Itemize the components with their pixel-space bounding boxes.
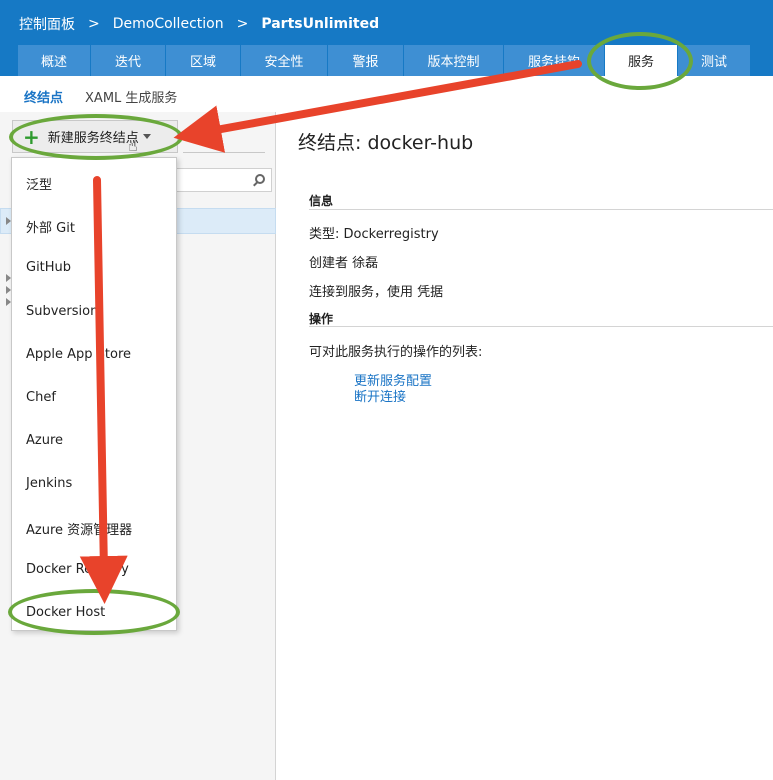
menu-item-docker-host[interactable]: Docker Host bbox=[26, 605, 105, 620]
breadcrumb: 控制面板 > DemoCollection > PartsUnlimited bbox=[19, 14, 379, 34]
chevron-down-icon bbox=[142, 134, 151, 139]
menu-item-github[interactable]: GitHub bbox=[26, 260, 71, 275]
menu-item-jenkins[interactable]: Jenkins bbox=[26, 476, 72, 491]
tab-alerts[interactable]: 警报 bbox=[328, 45, 404, 76]
tab-security[interactable]: 安全性 bbox=[241, 45, 328, 76]
tab-service-hooks[interactable]: 服务挂钩 bbox=[504, 45, 605, 76]
endpoint-connection-text: 连接到服务，使用 凭据 bbox=[309, 285, 444, 300]
endpoint-type-text: 类型: Dockerregistry bbox=[309, 227, 439, 242]
search-icon[interactable] bbox=[255, 174, 265, 184]
plus-icon: + bbox=[23, 124, 40, 149]
endpoint-creator-text: 创建者 徐磊 bbox=[309, 256, 379, 271]
menu-item-external-git[interactable]: 外部 Git bbox=[26, 217, 75, 236]
subnav-xaml-build-services[interactable]: XAML 生成服务 bbox=[85, 87, 177, 106]
menu-item-chef[interactable]: Chef bbox=[26, 390, 56, 405]
endpoint-type-dropdown: 泛型 外部 Git GitHub Subversion Apple App St… bbox=[11, 157, 177, 631]
section-divider bbox=[309, 209, 773, 210]
hand-cursor-icon: ☝ bbox=[128, 136, 138, 155]
tab-iterations[interactable]: 迭代 bbox=[91, 45, 166, 76]
breadcrumb-item-project[interactable]: PartsUnlimited bbox=[261, 16, 379, 32]
tab-version-control[interactable]: 版本控制 bbox=[404, 45, 504, 76]
menu-item-docker-registry[interactable]: Docker Registry bbox=[26, 562, 129, 577]
actions-section-heading: 操作 bbox=[309, 312, 334, 326]
tab-overview[interactable]: 概述 bbox=[18, 45, 91, 76]
subnav-endpoints[interactable]: 终结点 bbox=[24, 87, 63, 106]
actions-description: 可对此服务执行的操作的列表: bbox=[309, 345, 483, 360]
info-section-heading: 信息 bbox=[309, 194, 334, 208]
toolbar-divider bbox=[183, 152, 265, 153]
sub-navigation: 终结点 XAML 生成服务 bbox=[24, 87, 177, 106]
menu-item-subversion[interactable]: Subversion bbox=[26, 304, 98, 319]
new-service-endpoint-label: 新建服务终结点 bbox=[47, 131, 139, 146]
menu-item-azure-resource-manager[interactable]: Azure 资源管理器 bbox=[26, 519, 132, 538]
disconnect-link[interactable]: 断开连接 bbox=[354, 386, 406, 405]
section-divider bbox=[309, 326, 773, 327]
breadcrumb-separator: > bbox=[236, 16, 249, 32]
breadcrumb-item-collection[interactable]: DemoCollection bbox=[113, 16, 224, 32]
endpoint-search-input[interactable] bbox=[176, 168, 272, 192]
tab-services[interactable]: 服务 bbox=[605, 45, 678, 76]
new-service-endpoint-button[interactable]: + 新建服务终结点 bbox=[12, 120, 178, 153]
page-title: 终结点: docker-hub bbox=[298, 132, 474, 154]
menu-item-generic[interactable]: 泛型 bbox=[26, 174, 52, 193]
tab-areas[interactable]: 区域 bbox=[166, 45, 241, 76]
breadcrumb-separator: > bbox=[88, 16, 100, 32]
endpoint-details: 终结点: docker-hub bbox=[298, 128, 473, 155]
menu-item-azure[interactable]: Azure bbox=[26, 433, 63, 448]
breadcrumb-item-control-panel[interactable]: 控制面板 bbox=[19, 14, 75, 34]
tab-test[interactable]: 测试 bbox=[678, 45, 751, 76]
top-header-bar: 控制面板 > DemoCollection > PartsUnlimited 概… bbox=[0, 0, 773, 76]
admin-tabs: 概述 迭代 区域 安全性 警报 版本控制 服务挂钩 服务 测试 bbox=[18, 45, 751, 76]
menu-item-apple-app-store[interactable]: Apple App Store bbox=[26, 347, 131, 362]
